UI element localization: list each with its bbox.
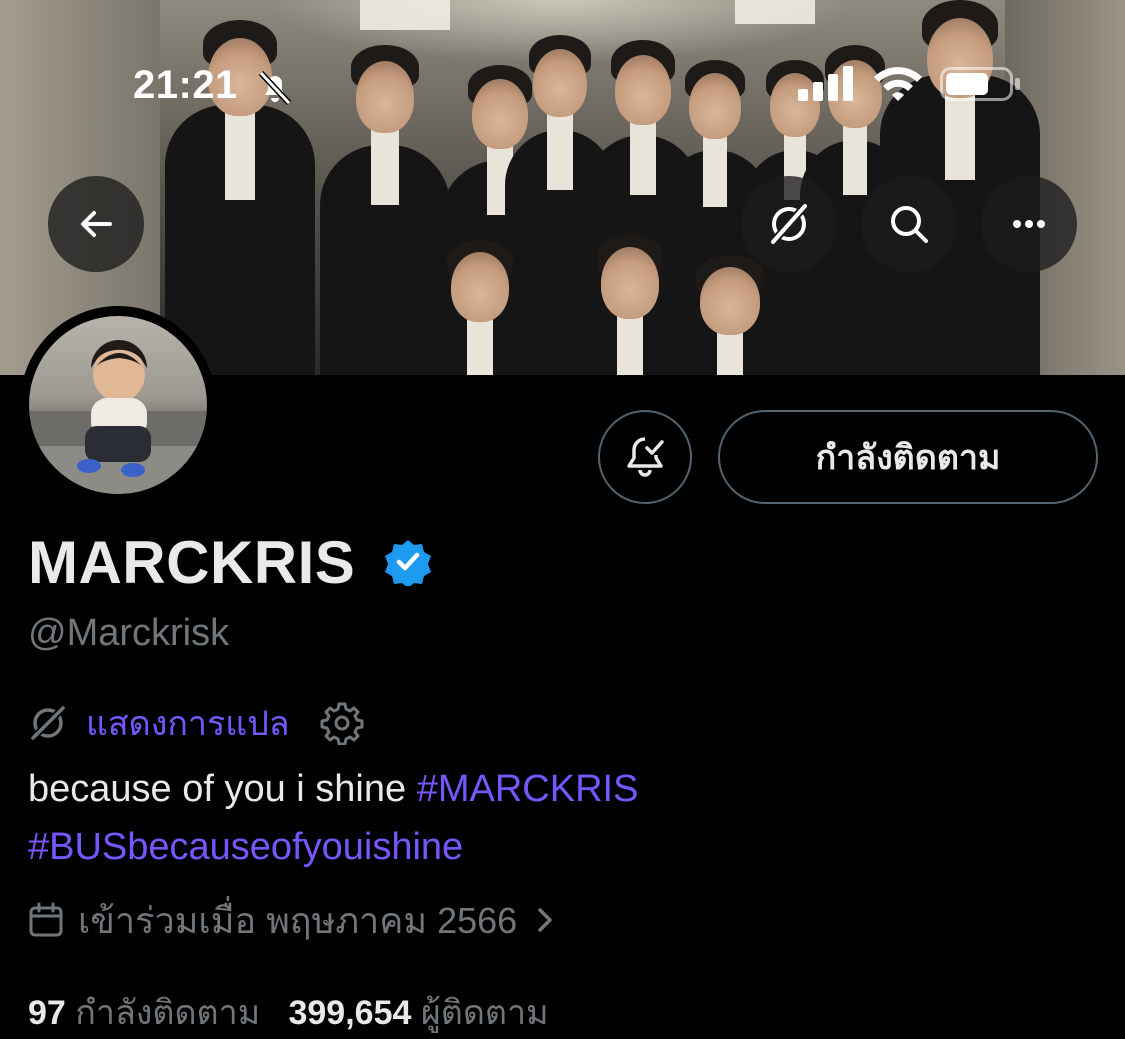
ceiling-light <box>735 0 815 24</box>
joined-date-label: เข้าร่วมเมื่อ พฤษภาคม 2566 <box>78 899 518 941</box>
globe-slash-icon <box>29 704 67 742</box>
bio-text: because of you i shine <box>28 768 417 810</box>
translate-bio-row: แสดงการแปล <box>28 700 364 746</box>
followers-count: 399,654 <box>288 994 412 1032</box>
back-button[interactable] <box>48 176 144 272</box>
following-count: 97 <box>28 994 66 1032</box>
calendar-icon <box>29 902 63 937</box>
globe-slash-icon <box>770 203 808 245</box>
silent-mode-icon <box>258 70 292 106</box>
gear-icon[interactable] <box>320 701 364 745</box>
avatar[interactable] <box>29 316 207 494</box>
following-count-link[interactable]: 97 กำลังติดตาม <box>28 994 260 1032</box>
display-name: MARCKRIS <box>28 529 356 596</box>
followers-label: ผู้ติดตาม <box>420 994 549 1032</box>
follow-stats: 97 กำลังติดตาม 399,654 ผู้ติดตาม <box>28 985 549 1039</box>
joined-date-row[interactable]: เข้าร่วมเมื่อ พฤษภาคม 2566 <box>28 895 555 945</box>
banner-person <box>420 240 540 375</box>
chevron-right-icon <box>538 908 552 932</box>
verified-badge-icon[interactable] <box>384 538 432 586</box>
following-button[interactable]: กำลังติดตาม <box>718 410 1098 504</box>
status-bar: 21:21 <box>0 55 1125 115</box>
search-icon <box>891 206 928 243</box>
notifications-button[interactable] <box>598 410 692 504</box>
wifi-icon <box>874 67 922 101</box>
banner-person <box>665 255 795 375</box>
bell-check-icon <box>627 437 664 477</box>
ceiling-light <box>360 0 450 30</box>
more-horizontal-icon <box>1013 220 1045 228</box>
show-translation-link[interactable]: แสดงการแปล <box>86 696 290 750</box>
profile-bio: because of you i shine #MARCKRIS #BUSbeca… <box>28 760 1108 876</box>
user-handle: @Marckrisk <box>28 612 230 654</box>
following-label: กำลังติดตาม <box>75 994 261 1032</box>
status-time: 21:21 <box>133 63 238 107</box>
followers-count-link[interactable]: 399,654 ผู้ติดตาม <box>288 994 548 1032</box>
translate-button[interactable] <box>741 176 837 272</box>
more-button[interactable] <box>981 176 1077 272</box>
cellular-signal-icon <box>798 66 853 101</box>
avatar-photo <box>29 340 207 494</box>
battery-icon <box>940 67 1020 101</box>
arrow-left-icon <box>81 211 112 237</box>
search-button[interactable] <box>861 176 957 272</box>
hashtag-link[interactable]: #BUSbecauseofyouishine <box>28 826 463 868</box>
hashtag-link[interactable]: #MARCKRIS <box>417 768 639 810</box>
